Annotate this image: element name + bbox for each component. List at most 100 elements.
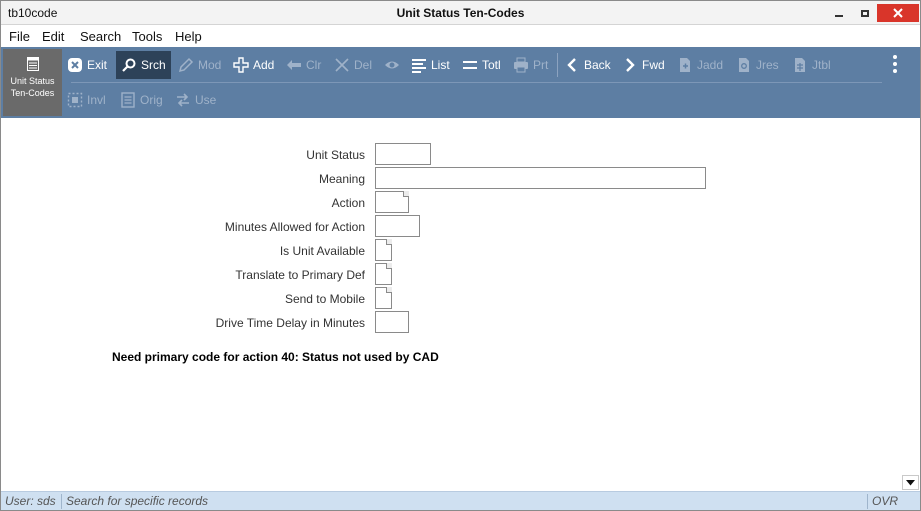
minimize-icon xyxy=(835,15,843,17)
exit-button[interactable]: Exit xyxy=(67,51,107,79)
invl-label: Invl xyxy=(87,93,106,107)
action-label: Action xyxy=(331,196,365,210)
invl-button[interactable]: Invl xyxy=(67,86,106,114)
view-button[interactable] xyxy=(384,51,404,79)
back-label: Back xyxy=(584,58,611,72)
doc-add-icon xyxy=(680,58,690,72)
menu-search[interactable]: Search xyxy=(80,29,121,44)
menu-tools[interactable]: Tools xyxy=(132,29,162,44)
close-circle-icon xyxy=(68,58,82,72)
clear-label: Clr xyxy=(306,58,322,72)
search-label: Srch xyxy=(141,58,166,72)
is-unit-available-corner xyxy=(386,239,392,245)
more-options-icon[interactable] xyxy=(893,55,899,73)
plus-icon xyxy=(233,57,249,73)
status-user: User: sds xyxy=(5,494,56,508)
list-button[interactable]: List xyxy=(411,51,450,79)
unit-status-field[interactable] xyxy=(375,143,431,165)
close-icon xyxy=(893,8,903,18)
translate-primary-label: Translate to Primary Def xyxy=(235,268,365,282)
back-button[interactable]: Back xyxy=(564,51,611,79)
window-title: Unit Status Ten-Codes xyxy=(396,6,525,20)
delete-button[interactable]: Del xyxy=(334,51,372,79)
menu-file[interactable]: File xyxy=(9,29,30,44)
print-label: Prt xyxy=(533,58,549,72)
eye-icon xyxy=(385,61,399,69)
send-to-mobile-label: Send to Mobile xyxy=(284,292,365,306)
status-message: Search for specific records xyxy=(66,494,209,508)
scroll-down-button[interactable] xyxy=(902,475,919,490)
pencil-icon xyxy=(178,57,194,73)
toolbar-row-divider xyxy=(71,82,882,83)
doc-table-icon xyxy=(795,58,805,72)
modify-label: Mod xyxy=(198,58,222,72)
title-bar[interactable]: tb10code Unit Status Ten-Codes xyxy=(1,1,920,25)
translate-primary-corner xyxy=(386,263,392,269)
jres-label: Jres xyxy=(756,58,779,72)
orig-label: Orig xyxy=(140,93,163,107)
exit-label: Exit xyxy=(87,58,108,72)
chevron-left-icon xyxy=(567,58,576,72)
action-field-corner xyxy=(403,191,409,197)
minutes-allowed-field[interactable] xyxy=(375,215,420,237)
modify-button[interactable]: Mod xyxy=(178,51,221,79)
jadd-label: Jadd xyxy=(697,58,724,72)
orig-button[interactable]: Orig xyxy=(120,86,163,114)
menu-edit[interactable]: Edit xyxy=(42,29,64,44)
minutes-allowed-label: Minutes Allowed for Action xyxy=(224,220,365,234)
send-to-mobile-corner xyxy=(386,287,392,293)
unit-status-label: Unit Status xyxy=(306,148,365,162)
total-label: Totl xyxy=(482,58,501,72)
undo-arrow-icon xyxy=(287,60,301,70)
app-name: tb10code xyxy=(8,6,58,20)
close-button[interactable] xyxy=(877,4,919,22)
drive-time-delay-label: Drive Time Delay in Minutes xyxy=(215,316,365,330)
status-mode: OVR xyxy=(872,494,899,508)
form-message: Need primary code for action 40: Status … xyxy=(112,350,439,364)
form-tile-line2: Ten-Codes xyxy=(10,88,55,98)
doc-search-icon xyxy=(739,58,749,72)
search-icon xyxy=(122,58,136,72)
equals-icon xyxy=(463,61,477,69)
status-divider xyxy=(61,494,62,509)
jres-button[interactable]: Jres xyxy=(736,51,779,79)
toolbar-separator xyxy=(557,53,558,77)
chevron-right-icon xyxy=(626,58,635,72)
meaning-label: Meaning xyxy=(318,172,365,186)
list-label: List xyxy=(431,58,450,72)
x-icon xyxy=(335,58,349,72)
list-icon xyxy=(412,59,426,73)
application-window: tb10code Unit Status Ten-Codes File Edit… xyxy=(0,0,921,511)
printer-icon xyxy=(514,57,528,73)
status-bar: User: sds Search for specific records OV… xyxy=(1,491,920,510)
meaning-field[interactable] xyxy=(375,167,706,189)
minimize-button[interactable] xyxy=(826,4,852,22)
triangle-down-icon xyxy=(906,479,915,485)
add-label: Add xyxy=(253,58,275,72)
search-button[interactable]: Srch xyxy=(116,51,171,79)
menu-help[interactable]: Help xyxy=(175,29,202,44)
menu-bar: File Edit Search Tools Help xyxy=(1,25,920,47)
delete-label: Del xyxy=(354,58,373,72)
add-button[interactable]: Add xyxy=(233,51,274,79)
form-tile-line1: Unit Status xyxy=(10,76,55,86)
swap-arrows-icon xyxy=(177,93,189,107)
form-tile[interactable]: Unit Status Ten-Codes xyxy=(3,49,62,116)
jtbl-label: Jtbl xyxy=(812,58,831,72)
total-button[interactable]: Totl xyxy=(462,51,501,79)
use-button[interactable]: Use xyxy=(175,86,216,114)
jadd-button[interactable]: Jadd xyxy=(677,51,723,79)
maximize-icon xyxy=(861,9,869,17)
status-divider xyxy=(867,494,868,509)
jtbl-button[interactable]: Jtbl xyxy=(792,51,831,79)
print-button[interactable]: Prt xyxy=(513,51,548,79)
document-icon xyxy=(121,92,135,108)
form-icon xyxy=(27,57,39,71)
drive-time-delay-field[interactable] xyxy=(375,311,409,333)
forward-button[interactable]: Fwd xyxy=(622,51,665,79)
maximize-button[interactable] xyxy=(852,4,878,22)
dashed-box-icon xyxy=(67,92,83,108)
form-tile-label: Unit Status Ten-Codes xyxy=(3,75,62,99)
is-unit-available-label: Is Unit Available xyxy=(279,244,365,258)
clear-button[interactable]: Clr xyxy=(286,51,321,79)
